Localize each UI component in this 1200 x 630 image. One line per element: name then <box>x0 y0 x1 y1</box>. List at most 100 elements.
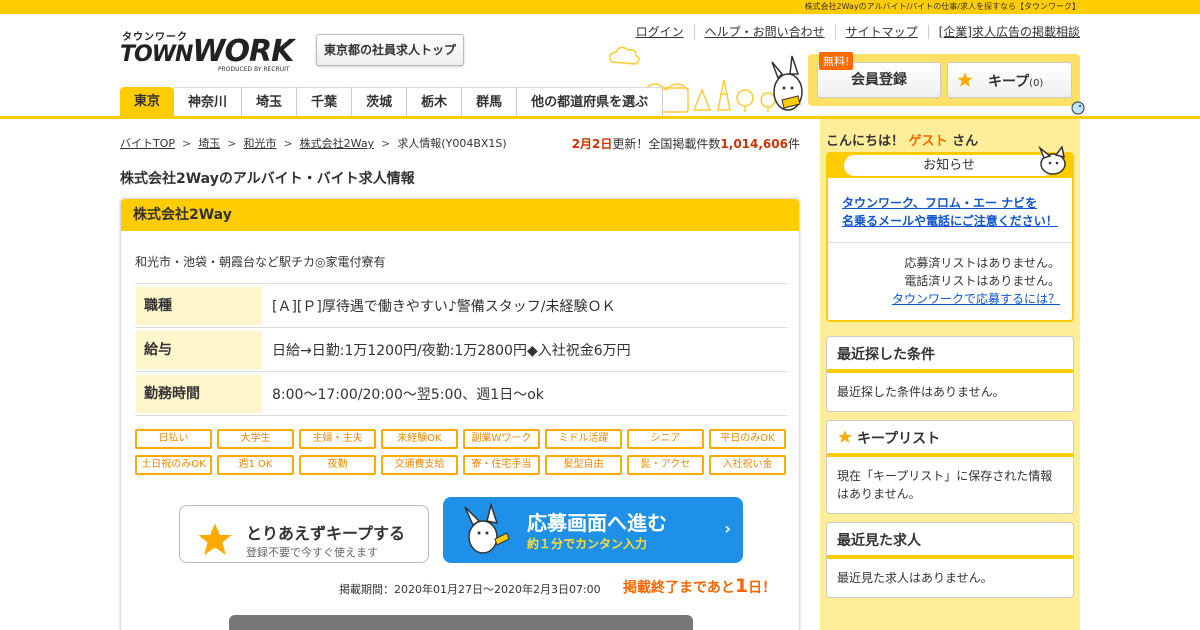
listing-count: 1,014,606 <box>720 137 788 151</box>
tab-chiba[interactable]: 千葉 <box>297 87 353 117</box>
company-name: 株式会社2Way <box>121 199 799 231</box>
star-icon <box>838 430 852 443</box>
feature-tag: 土日祝のみOK <box>135 455 212 475</box>
bird-icon <box>1071 101 1085 115</box>
feature-tags: 日払い 大学生 主婦・主夫 未経験OK 副業Wワーク ミドル活躍 シニア 平日の… <box>135 429 795 475</box>
job-catchphrase: 和光市・池袋・朝霞台など駅チカ◎家電付寮有 <box>135 255 386 269</box>
listing-count-unit: 件 <box>787 137 800 151</box>
fraud-warning-link[interactable]: タウンワーク、フロム・エー ナビを 名乗るメールや電話にご注意ください！ <box>842 194 1058 230</box>
tab-tochigi[interactable]: 栃木 <box>407 87 463 117</box>
header-links: ログイン ヘルプ・お問い合わせ サイトマップ [企業]求人広告の掲載相談 <box>626 25 1080 39</box>
breadcrumb-separator: > <box>381 136 391 150</box>
table-row: 勤務時間 8:00～17:00/20:00～翌5:00、週1日～ok <box>135 372 787 416</box>
breadcrumb-separator: > <box>182 136 192 150</box>
keep-label: キープ <box>988 74 1030 90</box>
star-icon <box>957 72 973 87</box>
feature-tag: 平日のみOK <box>709 429 786 449</box>
how-to-apply-link[interactable]: タウンワークで応募するには？ <box>892 292 1060 306</box>
site-tagline: 株式会社2Wayのアルバイト/バイトの仕事/求人を探すなら【タウンワーク】 <box>804 2 1080 11</box>
help-link[interactable]: ヘルプ・お問い合わせ <box>693 25 835 39</box>
work-hours-value: 8:00～17:00/20:00～翌5:00、週1日～ok <box>272 386 544 403</box>
recent-view-title: 最近見た求人 <box>827 523 1073 559</box>
bottom-banner[interactable] <box>229 615 693 630</box>
keep-job-title: とりあえずキープする <box>246 524 406 543</box>
advertise-link[interactable]: [企業]求人広告の掲載相談 <box>927 25 1080 39</box>
page-title: 株式会社2Wayのアルバイト・バイト求人情報 <box>120 171 415 187</box>
breadcrumb-current: 求人情報(Y004BX1S) <box>397 137 507 150</box>
update-text: 更新！全国掲載件数 <box>612 137 721 151</box>
job-details-table: 職種 [Ａ][Ｐ]厚待遇で働きやすい♪警備スタッフ/未経験ＯＫ 給与 日給→日勤… <box>135 283 787 416</box>
mascot-rabbit-illustration <box>771 55 803 111</box>
apply-button[interactable]: 応募画面へ進む 約１分でカンタン入力 › <box>443 497 743 563</box>
keep-list-body: 現在「キープリスト」に保存された情報はありません。 <box>837 469 1053 501</box>
tokyo-fulltime-top-button[interactable]: 東京都の社員求人トップ <box>316 34 464 66</box>
star-icon <box>198 523 232 555</box>
mascot-icon <box>1038 146 1066 175</box>
feature-tag: 週1 OK <box>217 455 294 475</box>
top-bar: 株式会社2Wayのアルバイト/バイトの仕事/求人を探すなら【タウンワーク】 <box>0 0 1200 14</box>
job-type-label: 職種 <box>136 286 262 325</box>
salary-value: 日給→日勤:1万1200円/夜勤:1万2800円◆入社祝金6万円 <box>272 342 631 359</box>
table-row: 給与 日給→日勤:1万1200円/夜勤:1万2800円◆入社祝金6万円 <box>135 328 787 372</box>
keep-job-subtitle: 登録不要で今すぐ使えます <box>246 546 378 559</box>
days-remaining: 掲載終了まであと1日！ <box>623 575 777 597</box>
breadcrumb-baito-top[interactable]: バイトTOP <box>120 135 175 151</box>
feature-tag: 寮・住宅手当 <box>463 455 540 475</box>
feature-tag: 日払い <box>135 429 212 449</box>
recent-view-box: 最近見た求人 最近見た求人はありません。 <box>826 522 1074 598</box>
breadcrumb-company[interactable]: 株式会社2Way <box>300 135 374 151</box>
feature-tag: シニア <box>627 429 704 449</box>
chevron-right-icon: › <box>724 519 731 538</box>
feature-tag: 夜勤 <box>299 455 376 475</box>
notice-box: お知らせ タウンワーク、フロム・エー ナビを 名乗るメールや電話にご注意ください… <box>826 146 1074 322</box>
prefecture-nav: 東京 神奈川 埼玉 千葉 茨城 栃木 群馬 他の都道府県を選ぶ <box>120 87 664 117</box>
update-info: 2月2日更新！全国掲載件数1,014,606件 <box>572 135 800 152</box>
listing-period: 掲載期間：2020年01月27日～2020年2月3日07:00 <box>339 583 601 596</box>
keep-list-title: キープリスト <box>857 431 941 447</box>
table-row: 職種 [Ａ][Ｐ]厚待遇で働きやすい♪警備スタッフ/未経験ＯＫ <box>135 284 787 328</box>
feature-tag: ミドル活躍 <box>545 429 622 449</box>
divider <box>828 242 1072 243</box>
tab-saitama[interactable]: 埼玉 <box>242 87 298 117</box>
feature-tag: 入社祝い金 <box>709 455 786 475</box>
apply-title: 応募画面へ進む <box>527 511 667 535</box>
recent-view-body: 最近見た求人はありません。 <box>837 571 993 585</box>
feature-tag: 交通費支給 <box>381 455 458 475</box>
feature-tag: 髪型自由 <box>545 455 622 475</box>
sitemap-link[interactable]: サイトマップ <box>834 25 928 39</box>
tab-other-prefectures[interactable]: 他の都道府県を選ぶ <box>517 87 664 117</box>
application-status: 応募済リストはありません。 電話済リストはありません。 タウンワークで応募するに… <box>892 254 1060 308</box>
logo-wordmark: TOWNWORK <box>120 34 294 69</box>
keep-list-header: キープリスト <box>827 421 1073 457</box>
notice-title: お知らせ <box>844 155 1054 176</box>
townwork-logo[interactable]: タウンワーク TOWNWORK PRODUCED BY RECRUIT <box>120 28 295 76</box>
keep-button[interactable]: キープ(0) <box>947 62 1072 98</box>
greeting: こんにちは！ ゲスト さん <box>826 134 979 149</box>
keep-list-box: キープリスト 現在「キープリスト」に保存された情報はありません。 <box>826 420 1074 514</box>
logo-produced-by: PRODUCED BY RECRUIT <box>218 66 290 73</box>
breadcrumb-wako[interactable]: 和光市 <box>243 135 276 151</box>
salary-label: 給与 <box>136 330 262 369</box>
work-hours-label: 勤務時間 <box>136 374 262 413</box>
feature-tag: 主婦・主夫 <box>299 429 376 449</box>
update-date: 2月2日 <box>571 137 613 151</box>
recent-search-body: 最近探した条件はありません。 <box>837 385 1005 399</box>
login-link[interactable]: ログイン <box>626 25 694 39</box>
feature-tag: 大学生 <box>217 429 294 449</box>
tab-ibaraki[interactable]: 茨城 <box>352 87 408 117</box>
recent-search-box: 最近探した条件 最近探した条件はありません。 <box>826 336 1074 412</box>
tab-kanagawa[interactable]: 神奈川 <box>174 87 243 117</box>
keep-job-button[interactable]: とりあえずキープする 登録不要で今すぐ使えます <box>179 505 429 563</box>
tab-tokyo[interactable]: 東京 <box>120 87 175 117</box>
recent-search-title: 最近探した条件 <box>827 337 1073 373</box>
apply-subtitle: 約１分でカンタン入力 <box>527 537 648 551</box>
keep-count: (0) <box>1029 78 1044 89</box>
breadcrumb-saitama[interactable]: 埼玉 <box>198 135 220 151</box>
job-card: 株式会社2Way 和光市・池袋・朝霞台など駅チカ◎家電付寮有 職種 [Ａ][Ｐ]… <box>120 198 800 630</box>
feature-tag: 副業Wワーク <box>463 429 540 449</box>
feature-tag: 未経験OK <box>381 429 458 449</box>
guest-name: ゲスト <box>908 134 948 149</box>
applied-status: 応募済リストはありません。 <box>904 256 1060 270</box>
feature-tag: 髭・アクセ <box>627 455 704 475</box>
tab-gunma[interactable]: 群馬 <box>462 87 518 117</box>
